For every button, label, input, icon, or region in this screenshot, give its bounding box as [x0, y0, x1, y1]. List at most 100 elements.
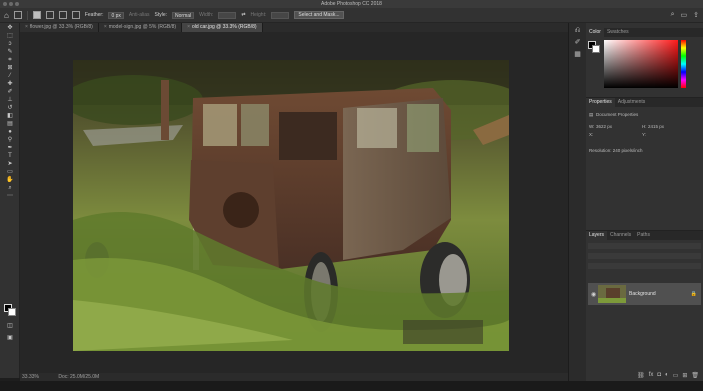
width-input[interactable] [218, 11, 237, 19]
delete-layer-icon[interactable]: 🗑 [691, 372, 699, 379]
anti-alias-checkbox[interactable]: Anti-alias [129, 12, 150, 18]
brush-settings-icon[interactable]: ✐ [573, 39, 583, 47]
layer-filter-row[interactable] [588, 243, 701, 249]
style-select[interactable]: Normal [172, 11, 195, 19]
zoom-level[interactable]: 33.33% [22, 374, 39, 380]
blend-mode-row[interactable] [588, 253, 701, 259]
path-selection-tool-icon[interactable]: ➤ [5, 161, 15, 167]
add-to-selection-icon[interactable] [45, 11, 54, 19]
background-color-chip[interactable] [592, 45, 600, 53]
brush-tool-icon[interactable]: ✐ [5, 89, 15, 95]
layers-panel: Layers Channels Paths ◉ Background 🔒 ⛓ f… [586, 230, 703, 381]
document-size[interactable]: Doc: 25.0M/25.0M [58, 374, 99, 380]
height-input[interactable] [271, 11, 290, 19]
select-and-mask-button[interactable]: Select and Mask... [294, 11, 344, 19]
tab-color[interactable]: Color [586, 28, 604, 37]
tab-properties[interactable]: Properties [586, 98, 615, 107]
height-label: Height: [250, 12, 267, 18]
eyedropper-tool-icon[interactable]: ⁄ [5, 73, 15, 79]
y-label: Y: [642, 132, 647, 137]
type-tool-icon[interactable]: T [5, 153, 15, 159]
gradient-tool-icon[interactable]: ▤ [5, 121, 15, 127]
width-label: Width: [199, 12, 214, 18]
close-tab-icon[interactable]: × [187, 24, 190, 30]
eraser-tool-icon[interactable]: ◧ [5, 113, 15, 119]
feather-label: Feather: [84, 12, 104, 18]
width-value[interactable]: 3622 px [596, 124, 612, 129]
layers-footer: ⛓ fx ◘ ◐ ▭ ⊞ 🗑 [586, 372, 703, 379]
window-controls[interactable] [3, 2, 19, 6]
rectangle-tool-icon[interactable]: ▭ [5, 169, 15, 175]
lasso-tool-icon[interactable]: ↄ [5, 41, 15, 47]
pen-tool-icon[interactable]: ✒ [5, 145, 15, 151]
properties-panel-tabs: Properties Adjustments [586, 98, 703, 107]
color-field[interactable] [604, 40, 678, 88]
home-icon[interactable]: ⌂ [4, 11, 9, 20]
fx-icon[interactable]: fx [649, 372, 654, 379]
more-tools-icon[interactable]: ⋯ [5, 193, 15, 199]
layer-thumbnail [598, 285, 626, 303]
new-layer-icon[interactable]: ⊞ [682, 372, 687, 379]
visibility-eye-icon[interactable]: ◉ [591, 291, 596, 298]
close-tab-icon[interactable]: × [104, 24, 107, 30]
layer-row-background[interactable]: ◉ Background 🔒 [588, 283, 701, 305]
close-window-icon[interactable] [3, 2, 7, 6]
workspace-icon[interactable]: ▭ [681, 11, 688, 19]
lock-icon: 🔒 [690, 291, 697, 297]
marquee-tool-icon[interactable]: ⬚ [5, 33, 15, 39]
layers-panel-tabs: Layers Channels Paths [586, 231, 703, 240]
style-label: Style: [154, 12, 168, 18]
width-label: W: [589, 124, 595, 129]
close-tab-icon[interactable]: × [25, 24, 28, 30]
right-panels: Color Swatches Properties Adjustments ▤ … [586, 23, 703, 381]
swap-icon[interactable]: ⇄ [241, 12, 245, 18]
hue-slider[interactable] [681, 40, 686, 88]
minimize-window-icon[interactable] [9, 2, 13, 6]
tab-old-car[interactable]: × old car.jpg @ 33.3% (RGB/8) [182, 23, 263, 32]
adjustment-layer-icon[interactable]: ◐ [665, 372, 669, 379]
layer-name[interactable]: Background [629, 291, 656, 297]
blur-tool-icon[interactable]: ● [5, 129, 15, 135]
marquee-preset-icon[interactable] [13, 11, 22, 19]
frame-tool-icon[interactable]: ⊠ [5, 65, 15, 71]
crop-tool-icon[interactable]: ⌗ [5, 57, 15, 63]
move-tool-icon[interactable]: ✥ [5, 25, 15, 31]
history-panel-icon[interactable]: ⎌ [573, 27, 583, 35]
new-group-icon[interactable]: ▭ [673, 372, 679, 379]
search-icon[interactable]: ⌕ [671, 11, 675, 19]
document-icon: ▤ [589, 112, 594, 117]
add-mask-icon[interactable]: ◘ [657, 372, 661, 379]
tab-layers[interactable]: Layers [586, 231, 608, 240]
zoom-tool-icon[interactable]: ⌕ [5, 185, 15, 191]
screen-mode-icon[interactable]: ▣ [5, 335, 15, 341]
lock-row[interactable] [588, 263, 701, 269]
tab-model-sign[interactable]: × model-sign.jpg @ 5% (RGB/8) [98, 23, 183, 32]
quick-select-tool-icon[interactable]: ✎ [5, 49, 15, 55]
tab-swatches[interactable]: Swatches [604, 28, 632, 37]
hand-tool-icon[interactable]: ✋ [5, 177, 15, 183]
separator [26, 10, 28, 20]
tab-adjustments[interactable]: Adjustments [615, 98, 649, 107]
tab-flower[interactable]: × flower.jpg @ 33.3% (RGB/8) [20, 23, 99, 32]
old-car-photo [73, 60, 509, 351]
link-layers-icon[interactable]: ⛓ [637, 372, 645, 379]
tab-channels[interactable]: Channels [607, 231, 634, 240]
tab-paths[interactable]: Paths [634, 231, 653, 240]
zoom-window-icon[interactable] [15, 2, 19, 6]
color-panel: Color Swatches [586, 28, 703, 96]
dodge-tool-icon[interactable]: ⚲ [5, 137, 15, 143]
quick-mask-icon[interactable]: ◫ [5, 323, 15, 329]
clone-stamp-tool-icon[interactable]: ⊥ [5, 97, 15, 103]
new-selection-icon[interactable] [32, 11, 41, 19]
share-icon[interactable]: ⇪ [693, 11, 699, 19]
properties-panel: Properties Adjustments ▤ Document Proper… [586, 97, 703, 230]
background-color-swatch[interactable] [8, 308, 16, 316]
document-canvas[interactable] [20, 32, 568, 373]
history-brush-tool-icon[interactable]: ↺ [5, 105, 15, 111]
brushes-panel-icon[interactable]: ▦ [573, 51, 583, 59]
subtract-selection-icon[interactable] [58, 11, 67, 19]
intersect-selection-icon[interactable] [71, 11, 80, 19]
height-value[interactable]: 2415 px [648, 124, 664, 129]
feather-input[interactable]: 0 px [108, 11, 124, 19]
healing-brush-tool-icon[interactable]: ✚ [5, 81, 15, 87]
